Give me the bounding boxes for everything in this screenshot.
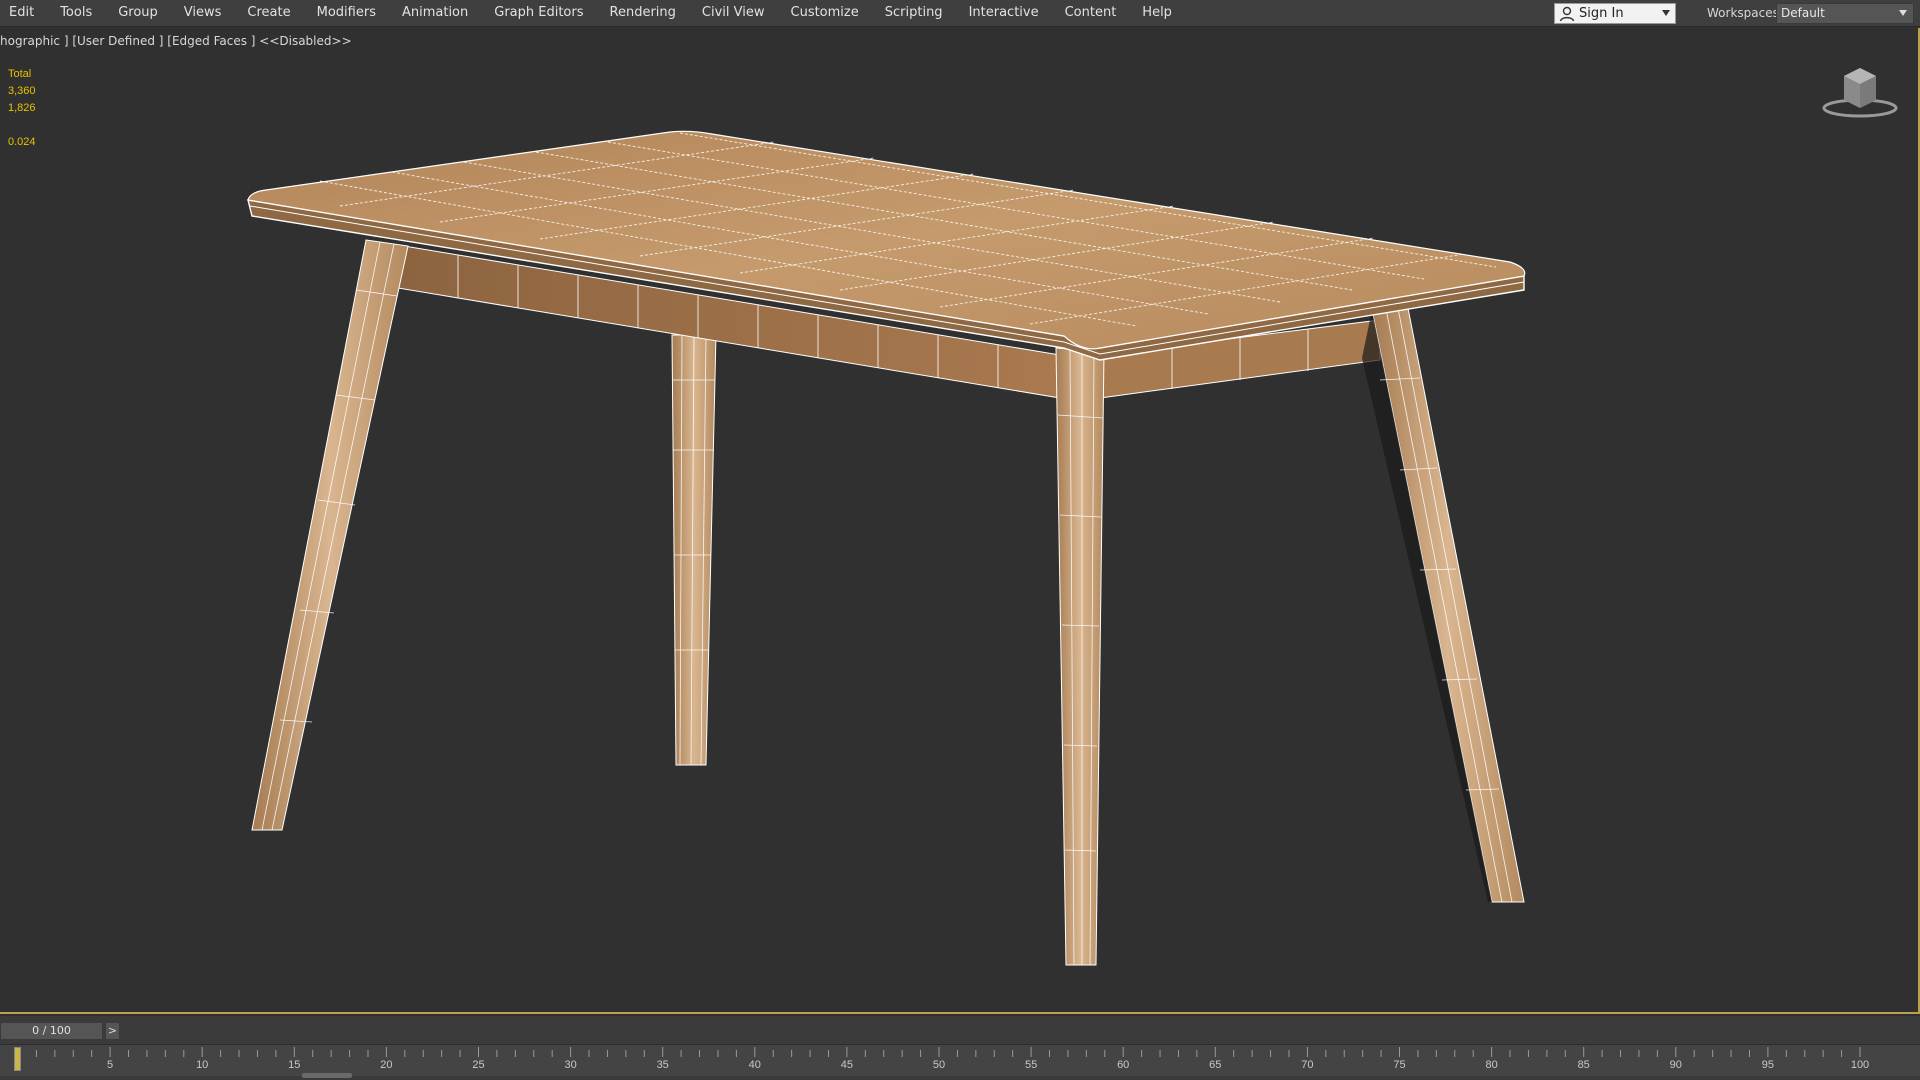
menu-graph-editors[interactable]: Graph Editors — [481, 0, 596, 27]
sign-in-label: Sign In — [1579, 6, 1624, 21]
frame-tick-label: 50 — [932, 1059, 946, 1071]
frame-tick-label: 5 — [107, 1059, 114, 1071]
menu-items: Edit Tools Group Views Create Modifiers Animat… — [0, 0, 1185, 27]
menu-scripting[interactable]: Scripting — [872, 0, 956, 27]
stats-verts: 1,826 — [8, 102, 36, 114]
statistics-overlay: Total 3,360 1,826 0.024 — [8, 66, 36, 151]
frame-tick-label: 10 — [196, 1059, 209, 1071]
track-ticks — [17, 1047, 1861, 1057]
front-right-leg — [1055, 347, 1105, 966]
back-left-leg — [671, 334, 717, 766]
menu-views[interactable]: Views — [171, 0, 235, 27]
frame-tick-label: 35 — [656, 1059, 669, 1071]
back-right-leg — [1362, 307, 1525, 903]
frame-tick-label: 95 — [1761, 1059, 1775, 1071]
perspective-viewport[interactable]: hographic ] [User Defined ] [Edged Faces… — [0, 28, 1920, 1014]
menu-interactive[interactable]: Interactive — [956, 0, 1052, 27]
menu-customize[interactable]: Customize — [778, 0, 872, 27]
workspaces-value: Default — [1781, 6, 1825, 20]
menu-modifiers[interactable]: Modifiers — [304, 0, 389, 27]
track-tick-labels: 5 10 15 20 25 30 35 40 45 50 55 60 65 70 75 80 85 90 95 100 — [0, 1059, 1920, 1073]
menu-help[interactable]: Help — [1129, 0, 1185, 27]
timeline-bar: 0 / 100 > 5 10 15 20 25 30 35 40 45 50 55 60 65 70 75 8… — [0, 1016, 1920, 1080]
menu-rendering[interactable]: Rendering — [597, 0, 689, 27]
current-frame-marker[interactable] — [14, 1047, 21, 1071]
menu-create[interactable]: Create — [234, 0, 303, 27]
menu-animation[interactable]: Animation — [389, 0, 481, 27]
stats-polys: 3,360 — [8, 85, 36, 97]
track-bar[interactable]: 5 10 15 20 25 30 35 40 45 50 55 60 65 70 75 80 85 90 95 100 — [0, 1044, 1920, 1076]
menu-group[interactable]: Group — [105, 0, 171, 27]
frame-tick-label: 80 — [1485, 1059, 1498, 1071]
frame-tick-label: 45 — [840, 1059, 854, 1071]
menu-civil-view[interactable]: Civil View — [689, 0, 778, 27]
menu-content[interactable]: Content — [1052, 0, 1130, 27]
table-3d-model[interactable] — [0, 28, 1920, 1014]
frame-tick-label: 100 — [1850, 1059, 1870, 1071]
frame-tick-label: 30 — [564, 1059, 577, 1071]
menu-bar: Edit Tools Group Views Create Modifiers Animat… — [0, 0, 1920, 27]
workspaces-dropdown[interactable]: Default — [1776, 3, 1914, 24]
user-icon — [1559, 6, 1575, 21]
frame-tick-label: 25 — [472, 1059, 485, 1071]
menu-tools[interactable]: Tools — [47, 0, 105, 27]
stats-total-label: Total — [8, 68, 32, 80]
frame-tick-label: 60 — [1117, 1059, 1130, 1071]
stats-fps: 0.024 — [8, 136, 36, 148]
frame-tick-label: 20 — [380, 1059, 393, 1071]
viewcube-icon[interactable] — [1820, 62, 1900, 122]
frame-tick-label: 85 — [1577, 1059, 1590, 1071]
chevron-down-icon[interactable] — [1662, 10, 1670, 16]
viewport-label[interactable]: hographic ] [User Defined ] [Edged Faces… — [0, 34, 352, 48]
chevron-down-icon — [1899, 10, 1907, 16]
frame-tick-label: 75 — [1393, 1059, 1406, 1071]
frame-tick-label: 65 — [1209, 1059, 1222, 1071]
frame-tick-label: 90 — [1669, 1059, 1682, 1071]
front-left-leg — [251, 239, 409, 831]
timeline-scrollbar[interactable] — [302, 1073, 352, 1078]
frame-tick-label: 55 — [1024, 1059, 1038, 1071]
sign-in-button[interactable]: Sign In — [1554, 3, 1676, 24]
frame-tick-label: 15 — [288, 1059, 301, 1071]
next-frame-button[interactable]: > — [105, 1022, 120, 1040]
workspaces-label: Workspaces: — [1707, 6, 1783, 20]
frame-tick-label: 40 — [748, 1059, 761, 1071]
frame-tick-label: 70 — [1301, 1059, 1314, 1071]
time-slider[interactable]: 0 / 100 — [0, 1022, 103, 1040]
menu-edit[interactable]: Edit — [0, 0, 47, 27]
